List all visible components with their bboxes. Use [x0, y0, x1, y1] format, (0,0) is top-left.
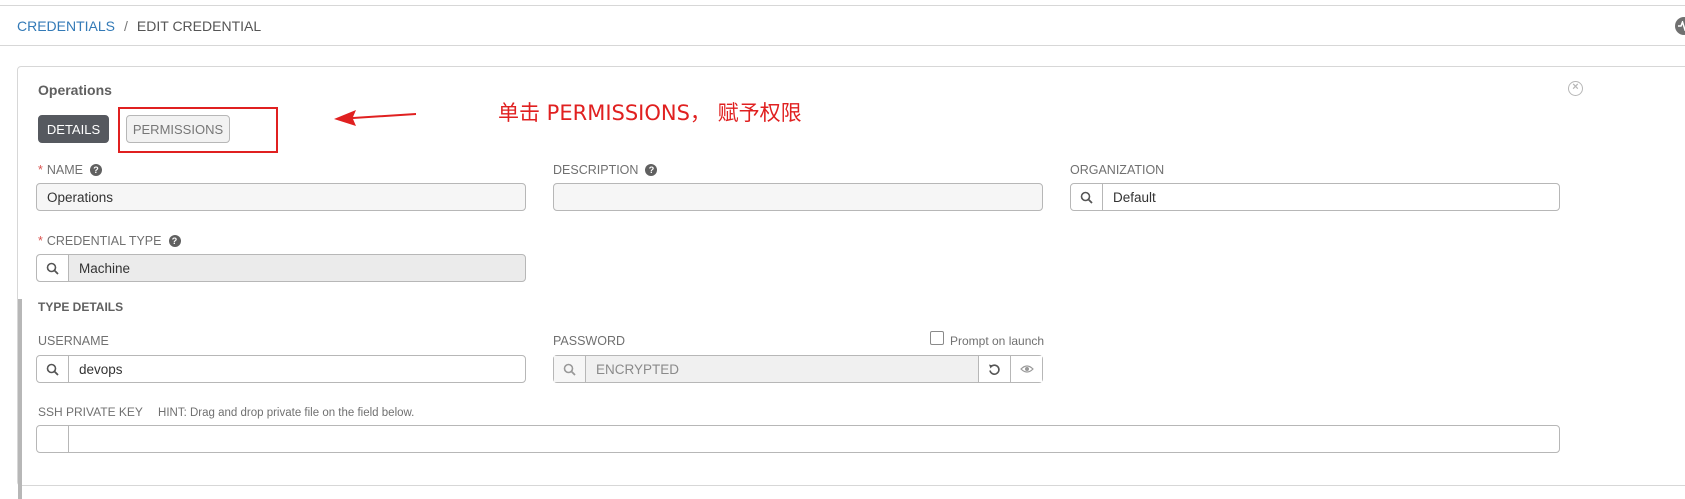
search-icon [46, 262, 59, 275]
help-icon[interactable]: ? [90, 164, 102, 176]
help-icon[interactable]: ? [645, 164, 658, 176]
organization-label-text: ORGANIZATION [1070, 163, 1165, 177]
name-input-value: Operations [47, 189, 114, 205]
organization-input-value[interactable]: Default [1103, 184, 1559, 210]
organization-lookup[interactable]: Default [1070, 183, 1560, 211]
credential-type-label-text: CREDENTIAL TYPE [46, 234, 162, 248]
ssh-private-key-label-text: SSH PRIVATE KEY [38, 405, 143, 419]
username-input-value[interactable]: devops [69, 356, 525, 382]
organization-label: ORGANIZATION [1070, 163, 1164, 177]
credential-type-lookup[interactable]: Machine [36, 254, 526, 282]
ssh-private-key-hint: HINT: Drag and drop private file on the … [158, 407, 415, 419]
description-input[interactable] [553, 183, 1043, 211]
type-details-section-bar [18, 299, 22, 499]
username-label-text: USERNAME [38, 334, 109, 348]
credential-type-label: * CREDENTIAL TYPE ? [38, 234, 181, 248]
credential-type-search-button[interactable] [37, 255, 69, 281]
ssh-private-key-input[interactable] [36, 425, 1560, 453]
username-label: USERNAME [38, 334, 109, 348]
annotation-text: 单击 PERMISSIONS， 赋予权限 [498, 101, 802, 125]
password-search-button [554, 356, 586, 382]
description-label: DESCRIPTION ? [553, 163, 658, 177]
password-show-button[interactable] [1010, 356, 1042, 382]
annotation-arrow-icon [334, 110, 416, 126]
search-icon [46, 363, 59, 376]
required-marker: * [38, 163, 43, 177]
credential-type-input-value: Machine [79, 260, 131, 276]
organization-search-button[interactable] [1071, 184, 1103, 210]
name-label-text: NAME [46, 163, 83, 177]
password-label: PASSWORD [553, 334, 625, 348]
required-marker: * [38, 234, 43, 248]
search-icon [1080, 191, 1093, 204]
close-icon[interactable]: × [1568, 81, 1583, 96]
password-revert-button[interactable] [978, 356, 1010, 382]
password-input-value: ENCRYPTED [596, 361, 680, 377]
tab-details[interactable]: DETAILS [38, 115, 109, 143]
revert-icon [989, 363, 1000, 375]
ssh-private-key-label: SSH PRIVATE KEY HINT: Drag and drop priv… [38, 405, 414, 419]
name-input[interactable]: Operations [36, 183, 526, 211]
breadcrumb-current: EDIT CREDENTIAL [136, 17, 262, 34]
name-label: * NAME ? [38, 163, 102, 177]
username-input[interactable]: devops [36, 355, 526, 383]
prompt-on-launch-label: Prompt on launch [950, 334, 1045, 348]
eye-icon [1019, 365, 1034, 373]
prompt-on-launch-checkbox[interactable] [930, 331, 944, 345]
breadcrumb-separator: / [124, 17, 128, 34]
ssh-key-gutter [37, 426, 69, 452]
annotation-highlight-box [118, 107, 278, 153]
username-search-button[interactable] [37, 356, 69, 382]
description-label-text: DESCRIPTION [553, 163, 639, 177]
breadcrumb-credentials-link[interactable]: CREDENTIALS [17, 18, 115, 34]
search-icon [563, 363, 576, 376]
panel-title: Operations [38, 82, 112, 98]
password-label-text: PASSWORD [553, 334, 625, 348]
help-icon[interactable]: ? [168, 235, 181, 247]
credential-edit-panel: Operations × DETAILS PERMISSIONS 单击 PERM… [17, 66, 1685, 499]
password-input[interactable]: ENCRYPTED [553, 355, 1043, 383]
breadcrumb: CREDENTIALS / EDIT CREDENTIAL [0, 6, 1685, 46]
type-details-title: TYPE DETAILS [38, 300, 124, 314]
